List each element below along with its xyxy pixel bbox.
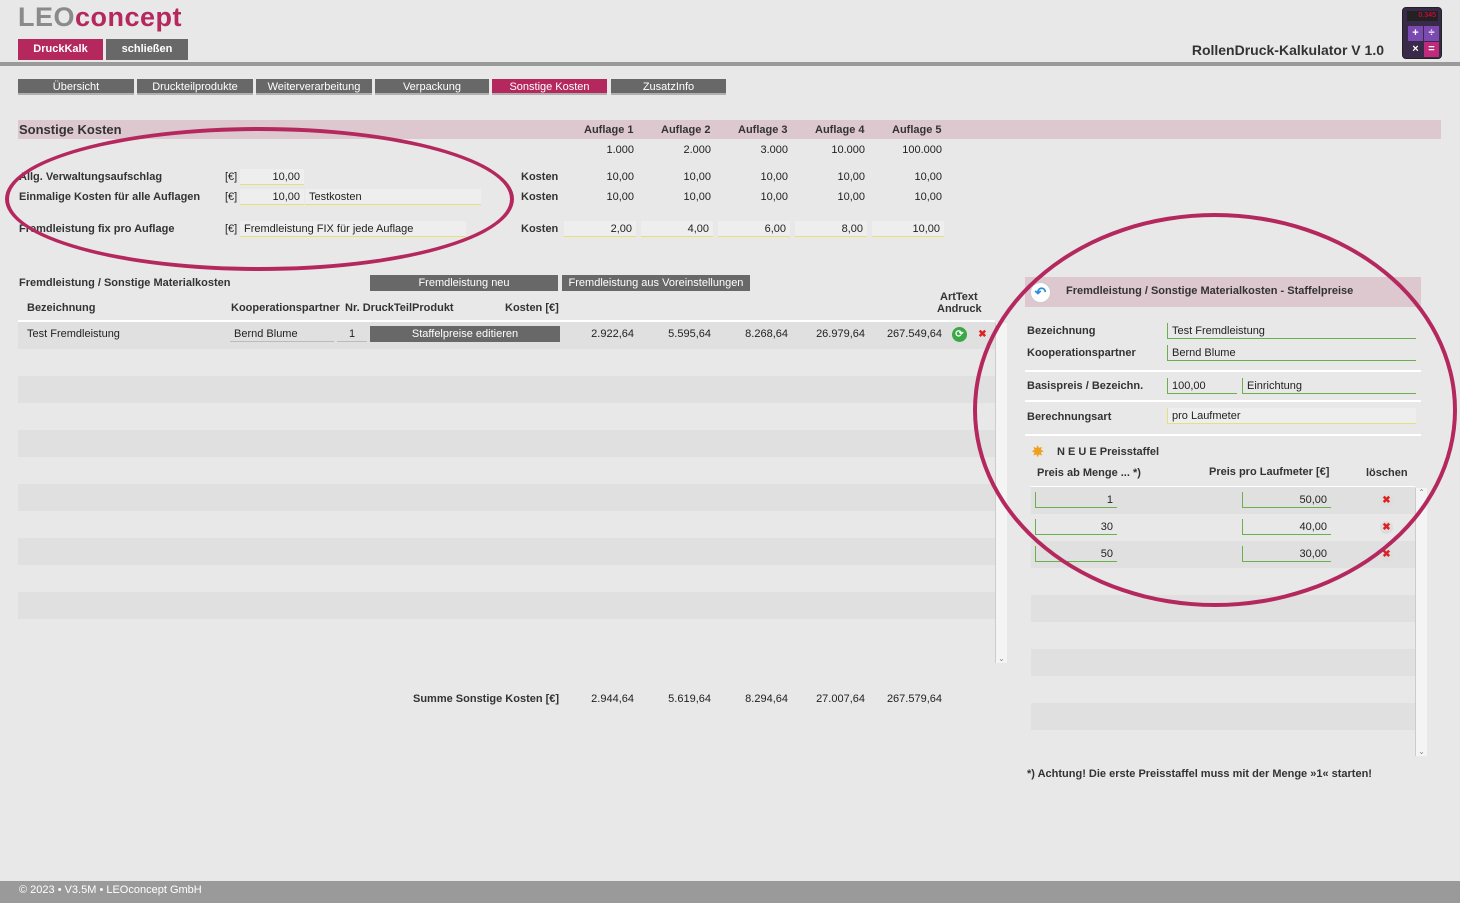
row-value: 5.595,64	[668, 328, 711, 340]
summe-value: 27.007,64	[816, 693, 865, 705]
quantity-4: 10.000	[831, 144, 865, 156]
druckkalk-button[interactable]: DruckKalk	[18, 39, 103, 60]
calculator-icon[interactable]: 0.345 + ÷ × =	[1402, 7, 1442, 59]
fix-auflage-4-input[interactable]: 8,00	[795, 221, 867, 237]
auflage-4-header: Auflage 4	[815, 124, 865, 136]
quantity-3: 3.000	[760, 144, 788, 156]
value-cell: 10,00	[837, 171, 865, 183]
kosten-label: Kosten	[521, 223, 559, 235]
col-kosten: Kosten [€]	[505, 302, 559, 314]
row-nr-input[interactable]: 1	[337, 326, 367, 342]
row-value: 267.549,64	[886, 328, 942, 340]
kosten-label: Kosten	[521, 191, 559, 203]
tab-sonstige-kosten[interactable]: Sonstige Kosten	[492, 79, 607, 95]
value-cell: 10,00	[837, 191, 865, 203]
auflage-2-header: Auflage 2	[661, 124, 711, 136]
col-kooperationspartner: Kooperationspartner	[231, 302, 340, 314]
header-divider	[0, 62, 1460, 66]
summe-value: 8.294,64	[745, 693, 788, 705]
tab-verpackung[interactable]: Verpackung	[375, 79, 489, 95]
quantity-2: 2.000	[683, 144, 711, 156]
row-bezeichnung: Test Fremdleistung	[27, 328, 120, 340]
footer: © 2023 • V3.5M • LEOconcept GmbH	[0, 881, 1460, 903]
tab-uebersicht[interactable]: Übersicht	[18, 79, 134, 95]
summe-value: 2.944,64	[591, 693, 634, 705]
tab-zusatzinfo[interactable]: ZusatzInfo	[611, 79, 726, 95]
tab-weiterverarbeitung[interactable]: Weiterverarbeitung	[256, 79, 372, 95]
close-button[interactable]: schließen	[106, 39, 188, 60]
auflage-1-header: Auflage 1	[584, 124, 634, 136]
fremdleistung-title: Fremdleistung / Sonstige Materialkosten	[19, 277, 231, 289]
fremdleistung-table	[18, 320, 995, 663]
highlight-ellipse-right	[973, 213, 1457, 607]
fix-auflage-2-input[interactable]: 4,00	[641, 221, 713, 237]
fremdleistung-new-button[interactable]: Fremdleistung neu	[370, 275, 558, 291]
auflage-3-header: Auflage 3	[738, 124, 788, 136]
auflage-5-header: Auflage 5	[892, 124, 942, 136]
value-cell: 10,00	[914, 191, 942, 203]
staffel-note: *) Achtung! Die erste Preisstaffel muss …	[1027, 768, 1372, 780]
row-kooperationspartner-input[interactable]: Bernd Blume	[230, 326, 334, 342]
row-value: 8.268,64	[745, 328, 788, 340]
section-title: Sonstige Kosten	[19, 122, 122, 137]
staffelpreise-edit-button[interactable]: Staffelpreise editieren	[370, 326, 560, 342]
summe-label: Summe Sonstige Kosten [€]	[413, 693, 560, 705]
quantity-1: 1.000	[606, 144, 634, 156]
fix-auflage-3-input[interactable]: 6,00	[718, 221, 790, 237]
value-cell: 10,00	[683, 191, 711, 203]
value-cell: 10,00	[683, 171, 711, 183]
summe-value: 5.619,64	[668, 693, 711, 705]
col-bezeichnung: Bezeichnung	[27, 302, 96, 314]
refresh-icon[interactable]: ⟳	[952, 327, 967, 342]
app-title: RollenDruck-Kalkulator V 1.0	[1191, 42, 1384, 58]
row-value: 2.922,64	[591, 328, 634, 340]
fix-auflage-5-input[interactable]: 10,00	[872, 221, 944, 237]
value-cell: 10,00	[760, 171, 788, 183]
row-value: 26.979,64	[816, 328, 865, 340]
value-cell: 10,00	[760, 191, 788, 203]
fix-auflage-1-input[interactable]: 2,00	[564, 221, 636, 237]
staffel-scrollbar[interactable]: ⌃ ⌄	[1415, 488, 1427, 756]
logo: LEOconcept	[18, 2, 183, 32]
highlight-ellipse-left	[5, 127, 514, 271]
value-cell: 10,00	[606, 171, 634, 183]
col-nr-druckteilprodukt: Nr. DruckTeilProdukt	[345, 302, 454, 314]
col-arttext: ArtText	[940, 291, 978, 303]
delete-icon[interactable]: ✖	[976, 328, 989, 341]
tab-druckteilprodukte[interactable]: Druckteilprodukte	[137, 79, 253, 95]
col-andruck: Andruck	[937, 303, 982, 315]
summe-value: 267.579,64	[886, 693, 942, 705]
value-cell: 10,00	[606, 191, 634, 203]
kosten-label: Kosten	[521, 171, 559, 183]
value-cell: 10,00	[914, 171, 942, 183]
quantity-5: 100.000	[902, 144, 942, 156]
fremdleistung-preset-button[interactable]: Fremdleistung aus Voreinstellungen	[562, 275, 750, 291]
